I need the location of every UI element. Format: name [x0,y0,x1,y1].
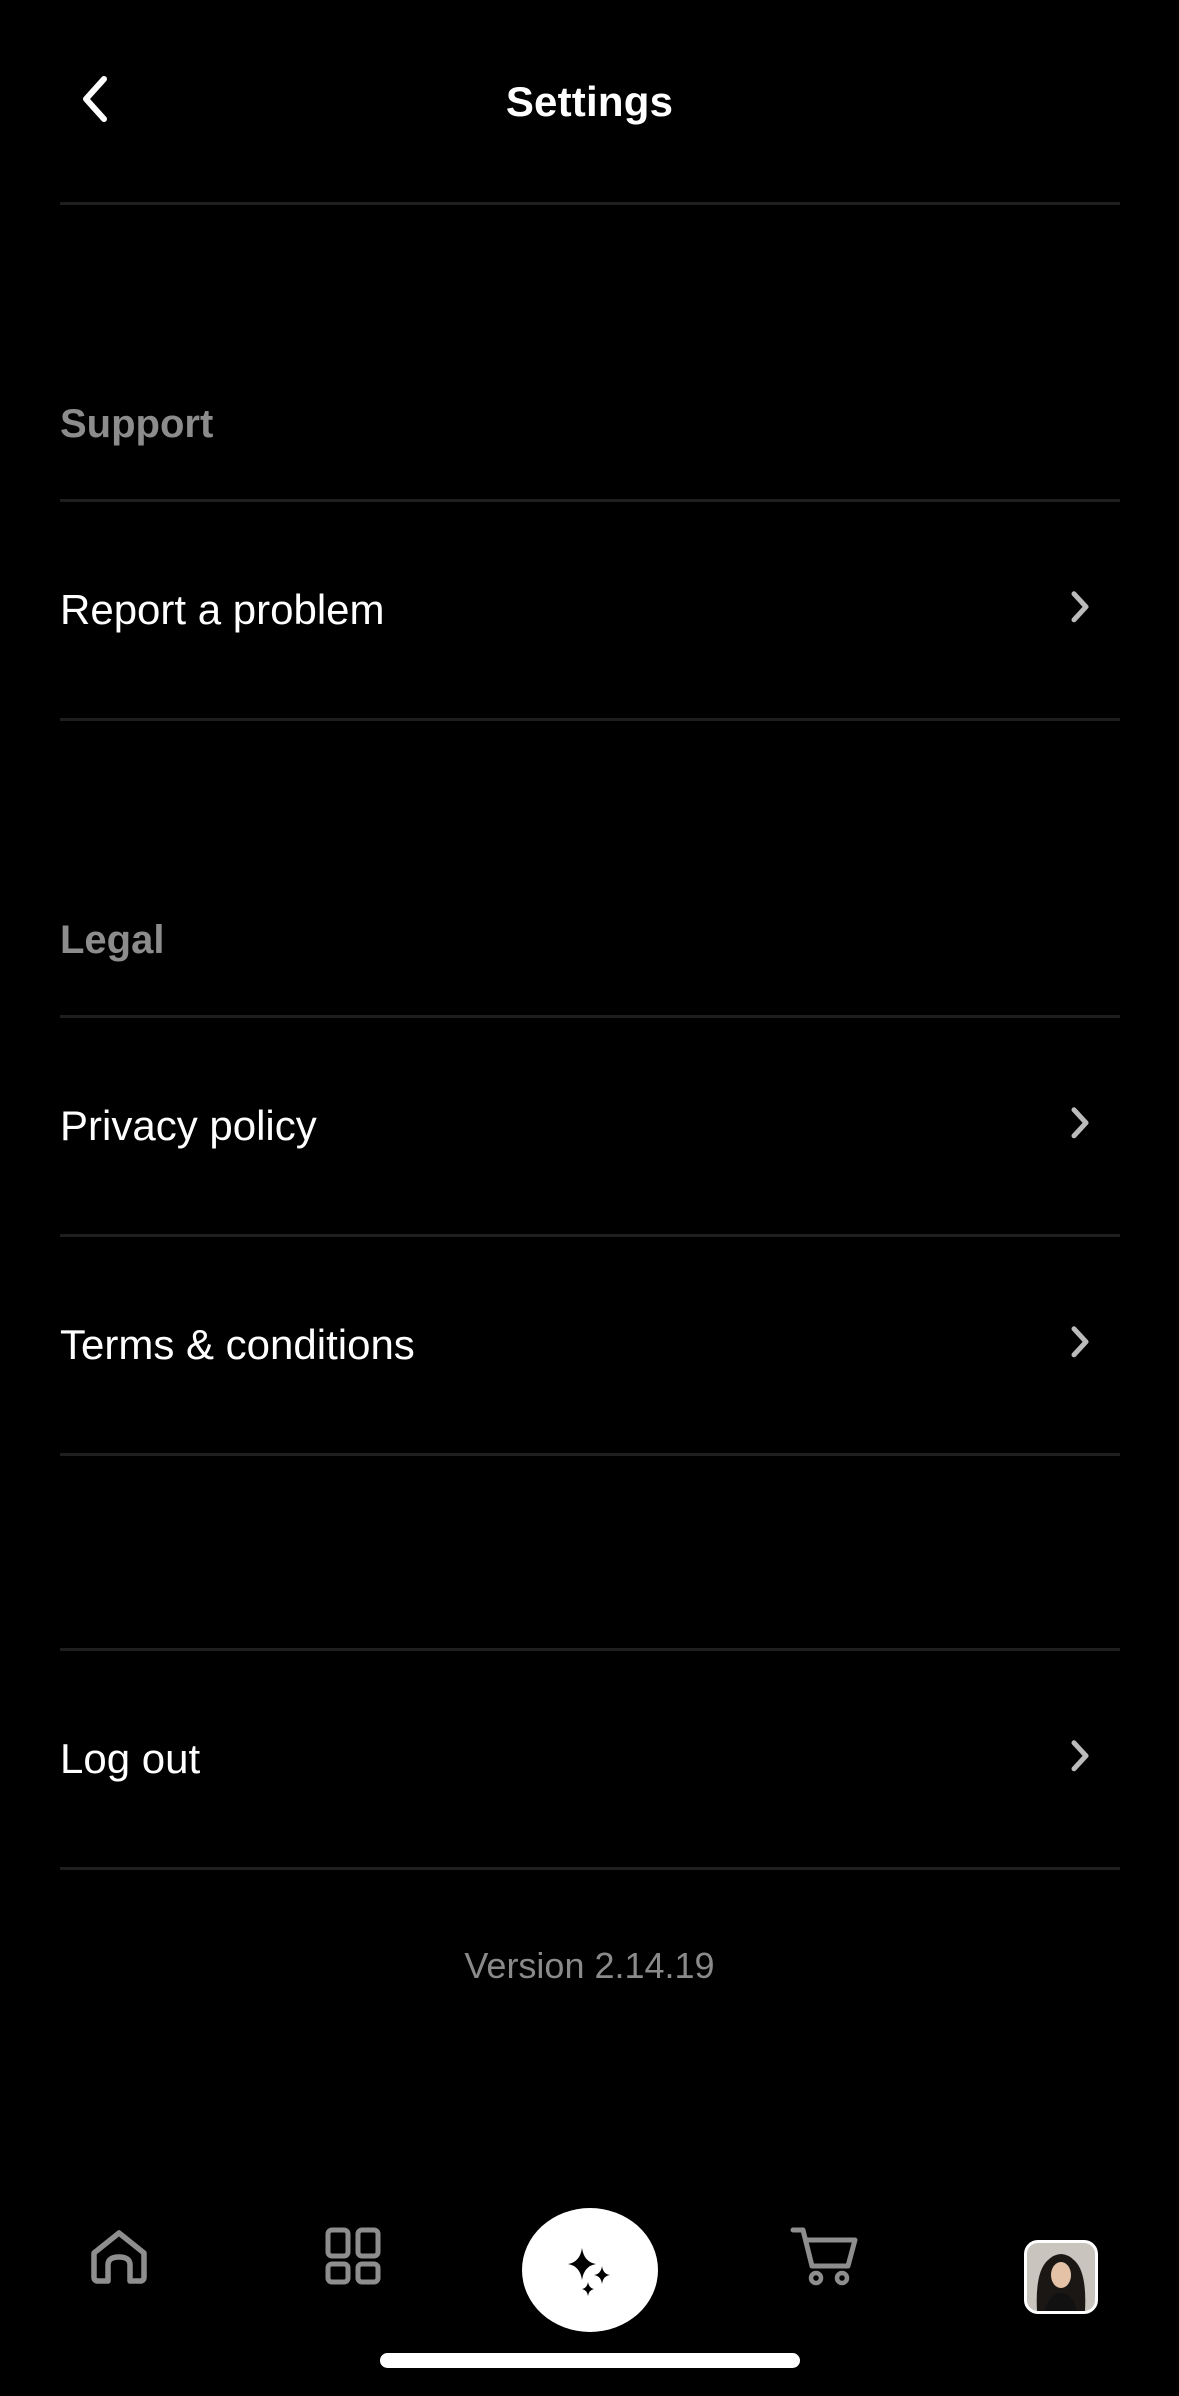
app-version: Version 2.14.19 [464,1945,715,1986]
header: Settings [0,0,1179,205]
report-problem-row[interactable]: Report a problem [60,502,1120,718]
chevron-right-icon [1060,1103,1100,1143]
row-label: Privacy policy [60,1102,317,1149]
cart-icon [790,2227,858,2286]
divider [60,1453,1120,1456]
log-out-row[interactable]: Log out [60,1651,1120,1867]
chevron-right-icon [1060,1736,1100,1776]
row-label: Report a problem [60,586,385,633]
sparkle-icon [568,2248,610,2296]
home-icon [91,2230,147,2284]
chevron-right-icon [1060,587,1100,627]
grid-icon [325,2227,381,2285]
nav-profile-avatar[interactable] [1024,2240,1098,2314]
page-title: Settings [505,78,674,125]
row-label: Terms & conditions [60,1321,415,1368]
terms-conditions-row[interactable]: Terms & conditions [60,1237,1120,1453]
privacy-policy-row[interactable]: Privacy policy [60,1018,1120,1234]
divider [60,718,1120,721]
nav-catalog[interactable] [315,2216,393,2296]
divider [60,1867,1120,1870]
home-indicator [380,2353,800,2368]
avatar [1027,2243,1095,2311]
section-label-support: Support [60,402,214,446]
chevron-right-icon [1060,1322,1100,1362]
nav-home[interactable] [80,2216,158,2296]
row-label: Log out [60,1735,201,1782]
settings-screen: Settings Support Report a problem Legal … [0,0,1179,2396]
nav-cart[interactable] [786,2216,864,2296]
bottom-nav [0,2180,1179,2360]
divider [60,202,1120,205]
nav-ai-assistant[interactable] [522,2208,658,2332]
section-label-legal: Legal [60,918,165,962]
